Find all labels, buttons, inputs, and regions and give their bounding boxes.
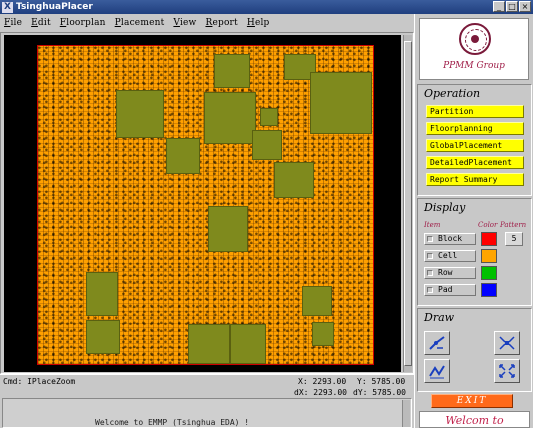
layout-view-frame (0, 32, 414, 374)
title-bar: X TsinghuaPlacer _ □ × (0, 0, 533, 14)
display-header-pattern: Pattern (500, 221, 527, 229)
display-row-pad: Pad (424, 283, 526, 297)
layout-canvas[interactable] (4, 35, 401, 372)
minimize-button[interactable]: _ (493, 1, 505, 12)
zoom-in-icon (499, 336, 515, 350)
display-row-block: Block 5 (424, 232, 526, 246)
console-output[interactable]: Welcome to EMMP (Tsinghua EDA) ! (2, 398, 412, 428)
university-seal-logo (459, 23, 491, 55)
logo-panel: PPMM Group (419, 18, 529, 80)
menu-edit[interactable]: Edit (31, 18, 51, 28)
checkbox-icon (427, 287, 433, 293)
command-bar: Cmd: IPlaceZoom X: 2293.00 Y: 5785.00 dX… (0, 374, 414, 398)
report-summary-button[interactable]: Report Summary (426, 173, 524, 186)
placement-die (37, 45, 374, 365)
menu-view[interactable]: View (173, 18, 196, 28)
menu-floorplan[interactable]: Floorplan (60, 18, 106, 28)
draw-route-button[interactable] (424, 359, 450, 383)
coord-x: X: 2293.00 (298, 377, 347, 386)
menu-help[interactable]: Help (247, 18, 270, 28)
macro-block (230, 324, 266, 364)
macro-block (86, 272, 118, 316)
global-placement-button[interactable]: GlobalPlacement (426, 139, 524, 152)
draw-net-icon (429, 336, 445, 350)
macro-block (204, 92, 256, 144)
macro-block (208, 206, 248, 252)
macro-block (274, 162, 314, 198)
menu-placement[interactable]: Placement (115, 18, 165, 28)
cell-color-swatch[interactable] (481, 249, 497, 263)
macro-block (214, 54, 250, 88)
row-color-swatch[interactable] (481, 266, 497, 280)
block-label: Block (438, 234, 463, 243)
macro-block (312, 322, 334, 346)
macro-block (260, 108, 278, 126)
macro-block (310, 72, 372, 134)
display-title: Display (424, 201, 466, 214)
welcome-banner: Welcom to (419, 411, 530, 428)
floorplanning-button[interactable]: Floorplanning (426, 122, 524, 135)
zoom-fit-icon (499, 364, 515, 378)
zoom-in-button[interactable] (494, 331, 520, 355)
pad-color-swatch[interactable] (481, 283, 497, 297)
block-pattern-button[interactable]: 5 (505, 232, 523, 246)
layout-vertical-scrollbar[interactable] (403, 35, 412, 372)
cell-label: Cell (438, 251, 458, 260)
macro-block (188, 324, 230, 364)
coord-y: Y: 5785.00 (357, 377, 406, 386)
pad-label: Pad (438, 285, 453, 294)
cell-toggle[interactable]: Cell (424, 250, 476, 262)
app-icon: X (2, 1, 13, 13)
coord-dx: dX: 2293.00 (294, 388, 347, 397)
macro-block (116, 90, 164, 138)
operation-title: Operation (424, 87, 481, 100)
console-scrollbar[interactable] (402, 400, 410, 427)
menu-report[interactable]: Report (205, 18, 237, 28)
scrollbar-thumb[interactable] (404, 41, 412, 366)
operation-panel: Operation Partition Floorplanning Global… (417, 84, 532, 196)
display-header-color: Color (478, 221, 498, 229)
checkbox-icon (427, 253, 433, 259)
window-title: TsinghuaPlacer (16, 2, 93, 12)
block-color-swatch[interactable] (481, 232, 497, 246)
checkbox-icon (427, 236, 433, 242)
block-toggle[interactable]: Block (424, 233, 476, 245)
pad-toggle[interactable]: Pad (424, 284, 476, 296)
detailed-placement-button[interactable]: DetailedPlacement (426, 156, 524, 169)
control-panel: PPMM Group Operation Partition Floorplan… (414, 14, 533, 428)
draw-title: Draw (424, 311, 455, 324)
coord-dy: dY: 5785.00 (353, 388, 406, 397)
checkbox-icon (427, 270, 433, 276)
console-message: Welcome to EMMP (Tsinghua EDA) ! (95, 418, 250, 427)
command-text: Cmd: IPlaceZoom (3, 377, 76, 386)
draw-route-icon (429, 365, 445, 379)
display-header-item: Item (424, 221, 441, 229)
macro-block (302, 286, 332, 316)
display-row-cell: Cell (424, 249, 526, 263)
close-button[interactable]: × (519, 1, 531, 12)
partition-button[interactable]: Partition (426, 105, 524, 118)
maximize-button[interactable]: □ (506, 1, 518, 12)
menu-file[interactable]: File (4, 18, 22, 28)
group-name: PPMM Group (443, 61, 505, 71)
row-toggle[interactable]: Row (424, 267, 476, 279)
macro-block (252, 130, 282, 160)
macro-block (166, 138, 200, 174)
row-label: Row (438, 268, 453, 277)
zoom-fit-button[interactable] (494, 359, 520, 383)
draw-panel: Draw (417, 308, 532, 392)
display-panel: Display Item Color Pattern Block 5 Cell … (417, 198, 532, 306)
menu-bar: File Edit Floorplan Placement View Repor… (0, 14, 414, 32)
exit-button[interactable]: EXIT (431, 394, 513, 408)
draw-net-button[interactable] (424, 331, 450, 355)
display-row-row: Row (424, 266, 526, 280)
macro-block (86, 320, 120, 354)
